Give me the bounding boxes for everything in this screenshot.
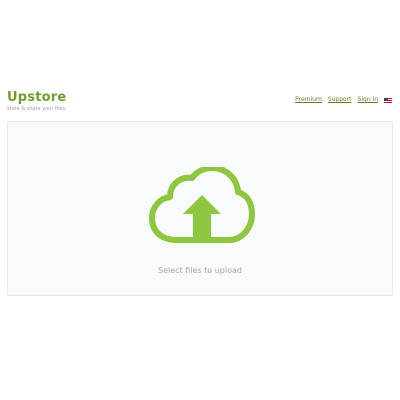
site-logo-title[interactable]: Upstore [7, 91, 66, 105]
us-flag-icon[interactable] [384, 97, 392, 103]
brand-header[interactable]: Upstore store & share your files [7, 91, 66, 113]
nav-link-support[interactable]: Support [328, 96, 352, 104]
nav-link-premium[interactable]: Premium [295, 96, 322, 104]
cloud-upload-icon[interactable] [149, 165, 255, 243]
site-tagline: store & share your files [7, 106, 66, 112]
page: Upstore store & share your files Premium… [0, 0, 400, 400]
upload-prompt-label[interactable]: Select files to upload [8, 266, 392, 275]
top-nav: Premium Support Sign in [289, 96, 392, 104]
file-dropzone[interactable]: Select files to upload [7, 121, 393, 296]
nav-link-sign-in[interactable]: Sign in [358, 96, 378, 104]
